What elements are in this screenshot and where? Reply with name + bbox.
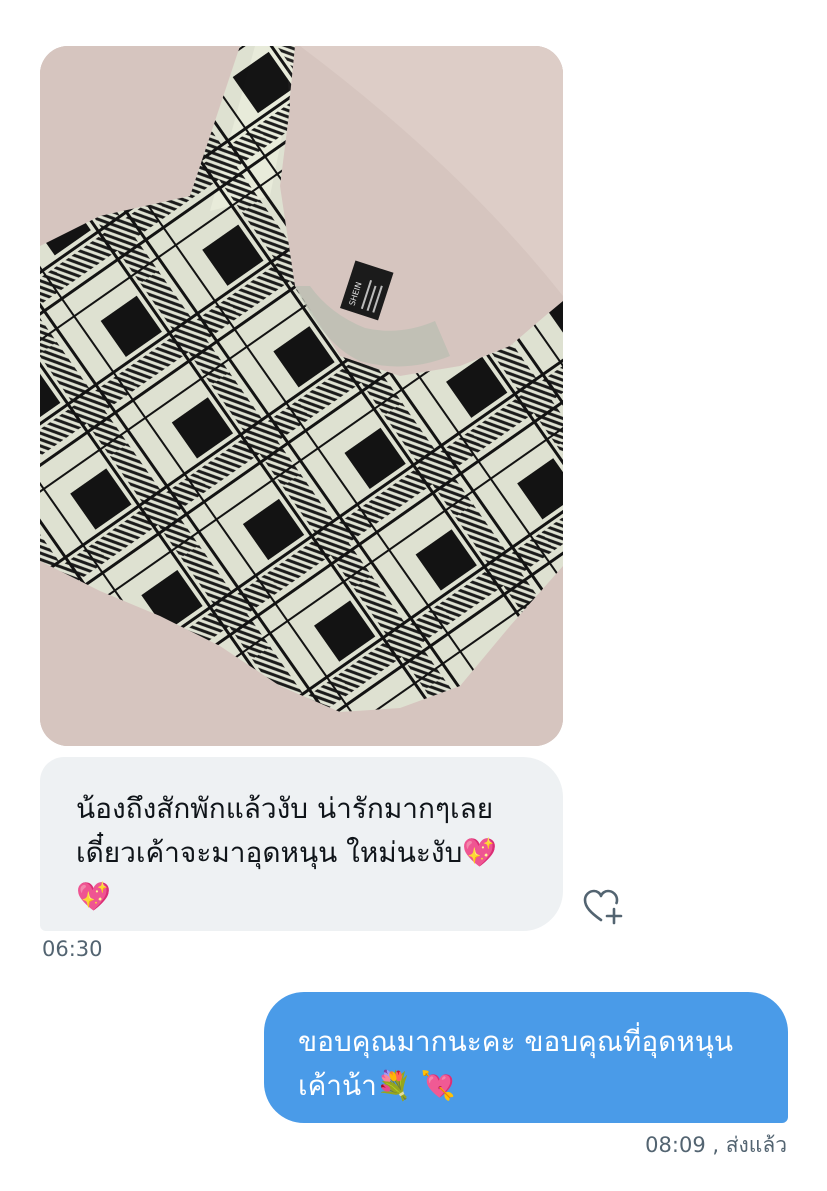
outgoing-message-bubble[interactable]: ขอบคุณมากนะคะ ขอบคุณที่อุดหนุน เค้าน้า💐 … xyxy=(264,992,788,1123)
outgoing-message-status: , ส่งแล้ว xyxy=(712,1133,787,1157)
incoming-message-time: 06:30 xyxy=(42,937,103,961)
outgoing-message-text: ขอบคุณมากนะคะ ขอบคุณที่อุดหนุน เค้าน้า💐 … xyxy=(298,1025,734,1102)
add-reaction-button[interactable] xyxy=(581,886,627,926)
incoming-message-text: น้องถึงสักพักแล้วงับ น่ารักมากๆเลย เดี๋ย… xyxy=(76,792,498,913)
incoming-message-bubble[interactable]: น้องถึงสักพักแล้วงับ น่ารักมากๆเลย เดี๋ย… xyxy=(40,757,563,931)
outgoing-message-meta: 08:09 , ส่งแล้ว xyxy=(645,1129,787,1162)
dm-conversation: SHEIN น้องถึงสักพักแล้วงับ น่ารักมากๆเลย… xyxy=(0,0,827,1191)
plaid-top-photo: SHEIN xyxy=(40,46,563,746)
incoming-photo-message[interactable]: SHEIN xyxy=(40,46,563,746)
heart-plus-icon xyxy=(583,889,623,925)
outgoing-message-time: 08:09 xyxy=(645,1133,706,1157)
